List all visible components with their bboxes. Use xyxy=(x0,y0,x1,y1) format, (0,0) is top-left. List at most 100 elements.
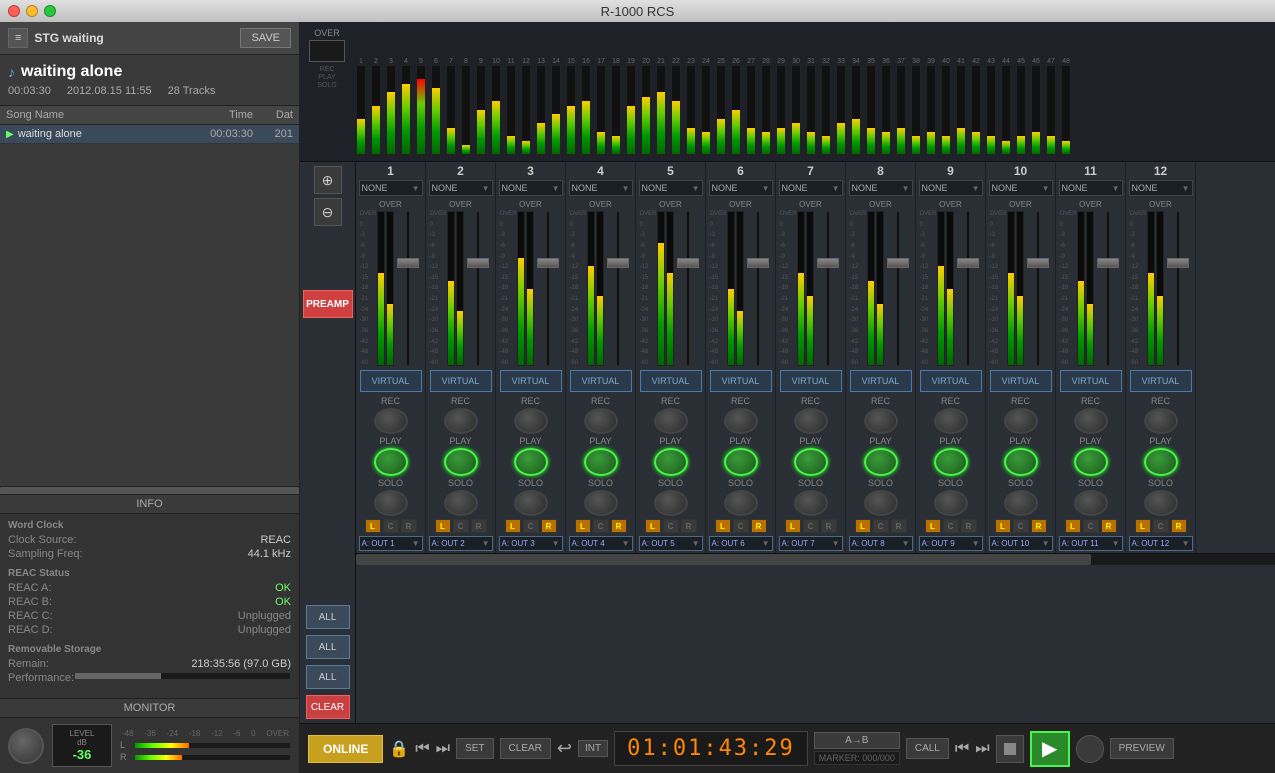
channel-assign-9[interactable]: NONE▼ xyxy=(919,180,983,196)
virtual-button-8[interactable]: VIRTUAL xyxy=(850,370,912,392)
solo-button-8[interactable] xyxy=(864,490,898,516)
lcr-l-button-7[interactable]: L xyxy=(785,519,801,533)
clear-transport-button[interactable]: CLEAR xyxy=(500,738,551,759)
skip-forward-icon[interactable]: ⏭ xyxy=(436,740,450,758)
lcr-c-button-1[interactable]: C xyxy=(383,519,399,533)
lcr-l-button-1[interactable]: L xyxy=(365,519,381,533)
output-select-12[interactable]: A: OUT 12▼ xyxy=(1129,536,1193,551)
channel-assign-11[interactable]: NONE▼ xyxy=(1059,180,1123,196)
output-select-6[interactable]: A: OUT 6▼ xyxy=(709,536,773,551)
maximize-button[interactable] xyxy=(44,5,56,17)
skip-back-icon[interactable]: ⏮ xyxy=(415,740,429,758)
lcr-r-button-11[interactable]: R xyxy=(1101,519,1117,533)
solo-button-6[interactable] xyxy=(724,490,758,516)
rec-button-10[interactable] xyxy=(1004,408,1038,434)
channel-assign-1[interactable]: NONE▼ xyxy=(359,180,423,196)
lcr-r-button-4[interactable]: R xyxy=(611,519,627,533)
play-button-1[interactable] xyxy=(374,448,408,476)
all-virtual-button[interactable]: ALL xyxy=(306,605,350,629)
rec-button-12[interactable] xyxy=(1144,408,1178,434)
lcr-l-button-10[interactable]: L xyxy=(995,519,1011,533)
lcr-l-button-2[interactable]: L xyxy=(435,519,451,533)
monitor-knob[interactable] xyxy=(8,728,44,764)
output-select-11[interactable]: A: OUT 11▼ xyxy=(1059,536,1123,551)
solo-button-3[interactable] xyxy=(514,490,548,516)
lcr-l-button-9[interactable]: L xyxy=(925,519,941,533)
ab-button[interactable]: A→B xyxy=(814,732,900,749)
lcr-r-button-1[interactable]: R xyxy=(401,519,417,533)
horizontal-scrollbar[interactable] xyxy=(356,553,1275,565)
virtual-button-2[interactable]: VIRTUAL xyxy=(430,370,492,392)
lcr-l-button-6[interactable]: L xyxy=(715,519,731,533)
stg-menu-button[interactable]: ≡ xyxy=(8,28,28,48)
output-select-7[interactable]: A: OUT 7▼ xyxy=(779,536,843,551)
play-button-10[interactable] xyxy=(1004,448,1038,476)
lcr-c-button-3[interactable]: C xyxy=(523,519,539,533)
fader-thumb-3[interactable] xyxy=(537,258,559,268)
lcr-l-button-8[interactable]: L xyxy=(855,519,871,533)
lcr-c-button-4[interactable]: C xyxy=(593,519,609,533)
rec-button-2[interactable] xyxy=(444,408,478,434)
lcr-r-button-10[interactable]: R xyxy=(1031,519,1047,533)
channel-assign-4[interactable]: NONE▼ xyxy=(569,180,633,196)
fader-thumb-1[interactable] xyxy=(397,258,419,268)
play-button-8[interactable] xyxy=(864,448,898,476)
scrollbar-thumb[interactable] xyxy=(356,554,1091,565)
fader-thumb-8[interactable] xyxy=(887,258,909,268)
rec-button-1[interactable] xyxy=(374,408,408,434)
solo-button-5[interactable] xyxy=(654,490,688,516)
lcr-c-button-5[interactable]: C xyxy=(663,519,679,533)
play-button-5[interactable] xyxy=(654,448,688,476)
preamp-button[interactable]: PREAMP xyxy=(303,290,353,318)
fader-thumb-6[interactable] xyxy=(747,258,769,268)
lcr-c-button-12[interactable]: C xyxy=(1153,519,1169,533)
output-select-10[interactable]: A: OUT 10▼ xyxy=(989,536,1053,551)
zoom-out-button[interactable]: ⊖ xyxy=(314,198,342,226)
lcr-c-button-8[interactable]: C xyxy=(873,519,889,533)
lcr-c-button-6[interactable]: C xyxy=(733,519,749,533)
lcr-l-button-4[interactable]: L xyxy=(575,519,591,533)
output-select-5[interactable]: A: OUT 5▼ xyxy=(639,536,703,551)
virtual-button-7[interactable]: VIRTUAL xyxy=(780,370,842,392)
output-select-8[interactable]: A: OUT 8▼ xyxy=(849,536,913,551)
all-rec-button[interactable]: ALL xyxy=(306,635,350,659)
rec-button-7[interactable] xyxy=(794,408,828,434)
solo-button-1[interactable] xyxy=(374,490,408,516)
online-button[interactable]: ONLINE xyxy=(308,735,383,763)
fader-thumb-7[interactable] xyxy=(817,258,839,268)
lcr-c-button-2[interactable]: C xyxy=(453,519,469,533)
lcr-r-button-5[interactable]: R xyxy=(681,519,697,533)
loop-icon[interactable]: ↩ xyxy=(557,738,572,759)
lcr-l-button-11[interactable]: L xyxy=(1065,519,1081,533)
channel-assign-8[interactable]: NONE▼ xyxy=(849,180,913,196)
play-button-11[interactable] xyxy=(1074,448,1108,476)
lcr-l-button-3[interactable]: L xyxy=(505,519,521,533)
virtual-button-6[interactable]: VIRTUAL xyxy=(710,370,772,392)
save-button[interactable]: SAVE xyxy=(240,28,291,48)
clear-button[interactable]: CLEAR xyxy=(306,695,350,719)
virtual-button-9[interactable]: VIRTUAL xyxy=(920,370,982,392)
channel-assign-2[interactable]: NONE▼ xyxy=(429,180,493,196)
call-button[interactable]: CALL xyxy=(906,738,949,759)
fader-thumb-5[interactable] xyxy=(677,258,699,268)
solo-button-4[interactable] xyxy=(584,490,618,516)
fader-thumb-10[interactable] xyxy=(1027,258,1049,268)
virtual-button-1[interactable]: VIRTUAL xyxy=(360,370,422,392)
lcr-r-button-12[interactable]: R xyxy=(1171,519,1187,533)
lcr-r-button-8[interactable]: R xyxy=(891,519,907,533)
channel-assign-12[interactable]: NONE▼ xyxy=(1129,180,1193,196)
channel-assign-6[interactable]: NONE▼ xyxy=(709,180,773,196)
lcr-r-button-6[interactable]: R xyxy=(751,519,767,533)
song-row[interactable]: ▶ waiting alone 00:03:30 201 xyxy=(0,125,299,144)
virtual-button-10[interactable]: VIRTUAL xyxy=(990,370,1052,392)
rec-button-6[interactable] xyxy=(724,408,758,434)
fader-thumb-9[interactable] xyxy=(957,258,979,268)
virtual-button-3[interactable]: VIRTUAL xyxy=(500,370,562,392)
output-select-4[interactable]: A: OUT 4▼ xyxy=(569,536,633,551)
next-marker-icon[interactable]: ⏭ xyxy=(975,740,989,758)
solo-button-11[interactable] xyxy=(1074,490,1108,516)
output-select-3[interactable]: A: OUT 3▼ xyxy=(499,536,563,551)
play-button[interactable]: ▶ xyxy=(1030,731,1070,767)
virtual-button-12[interactable]: VIRTUAL xyxy=(1130,370,1192,392)
fader-thumb-2[interactable] xyxy=(467,258,489,268)
